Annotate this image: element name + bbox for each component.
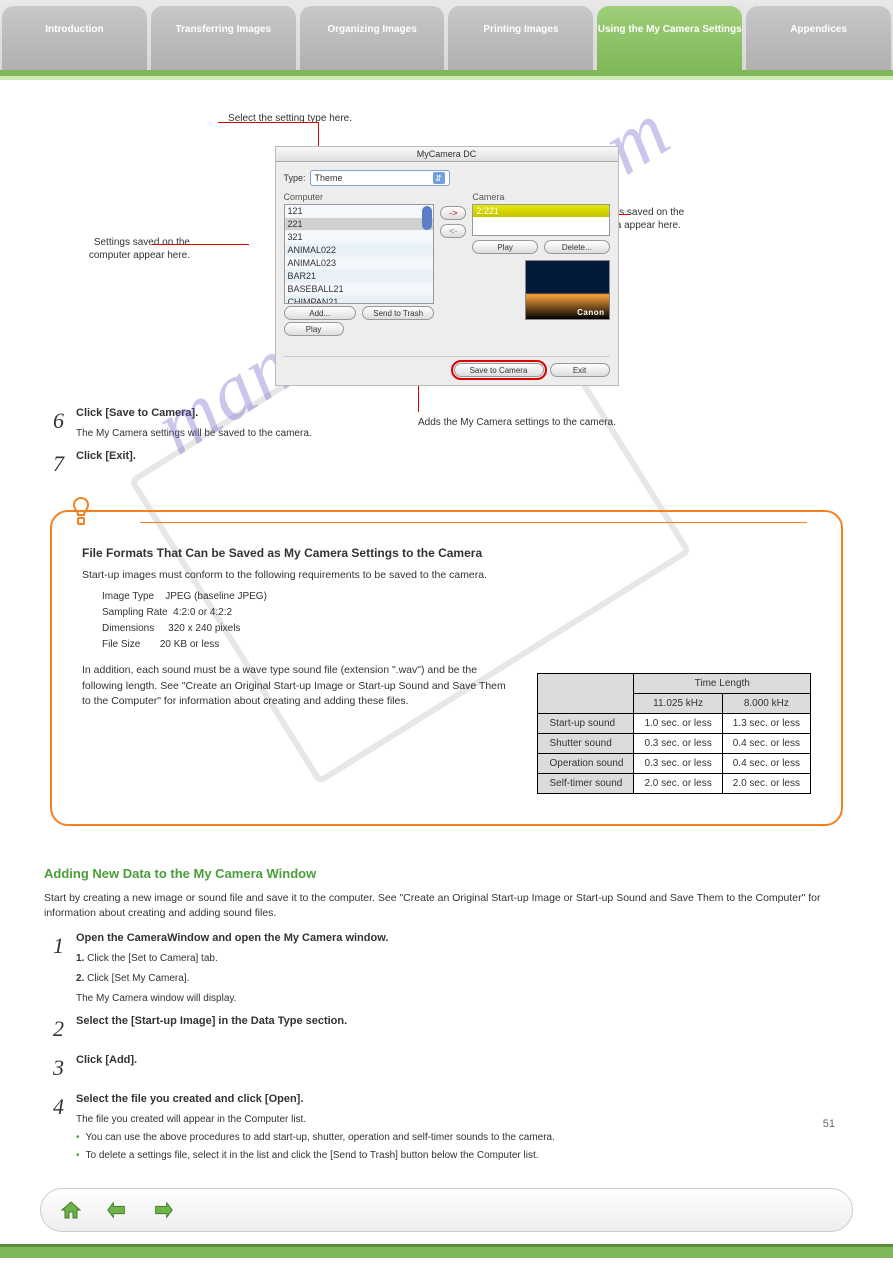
play-camera-button[interactable]: Play: [472, 240, 538, 254]
lightbulb-icon: [68, 496, 94, 530]
list-item[interactable]: 121: [285, 205, 434, 218]
step-number: 1: [44, 931, 64, 1006]
section-title: Adding New Data to the My Camera Window: [44, 866, 853, 881]
footer: [0, 1188, 893, 1258]
list-item[interactable]: ANIMAL022: [285, 244, 434, 257]
preview-image: Canon: [525, 260, 610, 320]
list-item[interactable]: CHIMPAN21: [285, 296, 434, 304]
hint-spec-list: Image Type JPEG (baseline JPEG) Sampling…: [102, 589, 811, 653]
list-item[interactable]: ANIMAL023: [285, 257, 434, 270]
footer-nav-bar: [40, 1188, 853, 1232]
step-number: 6: [44, 406, 64, 441]
step-4: 4 Select the file you created and click …: [44, 1092, 853, 1162]
hint-box: File Formats That Can be Saved as My Cam…: [50, 510, 843, 826]
list-item[interactable]: BAR21: [285, 270, 434, 283]
play-button[interactable]: Play: [284, 322, 344, 336]
home-icon[interactable]: [57, 1198, 85, 1222]
computer-label: Computer: [284, 192, 435, 202]
step-text: Click [Exit].: [76, 450, 136, 462]
arrow-right-button[interactable]: ->: [440, 206, 466, 220]
camera-listbox[interactable]: 2:221: [472, 204, 609, 236]
scrollbar-thumb[interactable]: [422, 206, 432, 230]
exit-button[interactable]: Exit: [550, 363, 610, 377]
step-text: Select the file you created and click [O…: [76, 1093, 303, 1105]
computer-listbox[interactable]: 121 221 321 ANIMAL022 ANIMAL023 BAR21 BA…: [284, 204, 435, 304]
step-text: Click [Save to Camera].: [76, 407, 198, 419]
list-item[interactable]: 2:221: [473, 205, 608, 217]
type-select[interactable]: Theme ⇵: [310, 170, 450, 186]
arrow-left-button[interactable]: <-: [440, 224, 466, 238]
tab-mycamera[interactable]: Using the My Camera Settings: [597, 6, 742, 70]
type-value: Theme: [315, 173, 343, 183]
tab-organizing[interactable]: Organizing Images: [300, 6, 445, 70]
step-7: 7 Click [Exit].: [44, 449, 853, 480]
step-2: 2 Select the [Start-up Image] in the Dat…: [44, 1014, 853, 1045]
step-text: Click [Add].: [76, 1054, 137, 1066]
top-tab-bar: Introduction Transferring Images Organiz…: [0, 0, 893, 76]
list-item[interactable]: 221: [285, 218, 434, 231]
mycamera-window: MyCamera DC Type: Theme ⇵ Computer 121 2…: [275, 146, 619, 386]
select-caret-icon: ⇵: [433, 172, 445, 184]
page-body: manualshive.com Select the setting type …: [0, 76, 893, 1188]
step-substep: The My Camera settings will be saved to …: [76, 427, 836, 441]
forward-arrow-icon[interactable]: [149, 1198, 177, 1222]
window-title: MyCamera DC: [276, 147, 618, 162]
step-number: 7: [44, 449, 64, 480]
list-item[interactable]: BASEBALL21: [285, 283, 434, 296]
camera-label: Camera: [472, 192, 609, 202]
callout-computer: Settings saved on the computer appear he…: [60, 236, 190, 262]
hint-paragraph: Start-up images must conform to the foll…: [82, 568, 811, 583]
step-number: 3: [44, 1053, 64, 1084]
step-text: Select the [Start-up Image] in the Data …: [76, 1015, 347, 1027]
send-to-trash-button[interactable]: Send to Trash: [362, 306, 434, 320]
add-button[interactable]: Add...: [284, 306, 356, 320]
list-item[interactable]: 321: [285, 231, 434, 244]
tab-introduction[interactable]: Introduction: [2, 6, 147, 70]
tab-printing[interactable]: Printing Images: [448, 6, 593, 70]
type-label: Type:: [284, 173, 306, 183]
tab-transferring[interactable]: Transferring Images: [151, 6, 296, 70]
delete-button[interactable]: Delete...: [544, 240, 610, 254]
callout-save: Adds the My Camera settings to the camer…: [418, 416, 618, 429]
hint-title: File Formats That Can be Saved as My Cam…: [82, 546, 811, 560]
page-number: 51: [823, 1118, 835, 1130]
section-intro: Start by creating a new image or sound f…: [44, 891, 849, 920]
hint-table: Time Length 11.025 kHz8.000 kHz Start-up…: [537, 673, 811, 794]
step-number: 2: [44, 1014, 64, 1045]
step-text: Open the CameraWindow and open the My Ca…: [76, 932, 388, 944]
step-number: 4: [44, 1092, 64, 1162]
callout-type: Select the setting type here.: [222, 112, 352, 125]
tab-appendices[interactable]: Appendices: [746, 6, 891, 70]
preview-logo: Canon: [577, 308, 604, 317]
step-1: 1 Open the CameraWindow and open the My …: [44, 931, 853, 1006]
save-to-camera-button[interactable]: Save to Camera: [454, 363, 544, 377]
hint-paragraph: In addition, each sound must be a wave t…: [82, 663, 517, 709]
back-arrow-icon[interactable]: [103, 1198, 131, 1222]
step-3: 3 Click [Add].: [44, 1053, 853, 1084]
